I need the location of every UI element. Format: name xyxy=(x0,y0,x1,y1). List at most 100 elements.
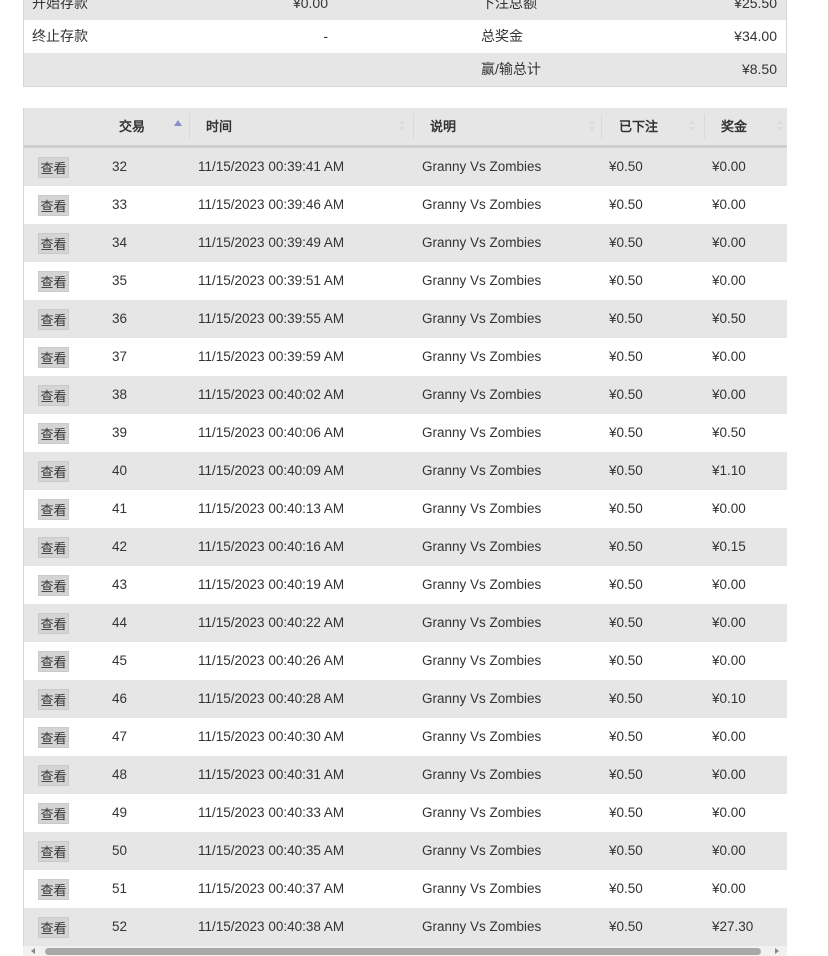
scrollbar-thumb[interactable] xyxy=(45,948,761,955)
table-row: 查看 39 11/15/2023 00:40:06 AM Granny Vs Zomb… xyxy=(24,414,787,452)
transaction-time: 11/15/2023 00:40:38 AM xyxy=(198,919,345,934)
bet-amount: ¥0.50 xyxy=(609,159,643,174)
transaction-description: Granny Vs Zombies xyxy=(422,881,542,896)
transaction-description: Granny Vs Zombies xyxy=(422,159,542,174)
bet-amount: ¥0.50 xyxy=(609,691,643,706)
transaction-description: Granny Vs Zombies xyxy=(422,349,542,364)
transaction-description: Granny Vs Zombies xyxy=(422,235,542,250)
transaction-id: 50 xyxy=(112,843,128,858)
summary-label: 开始存款 xyxy=(32,0,88,11)
transaction-time: 11/15/2023 00:40:35 AM xyxy=(198,843,345,858)
win-amount: ¥0.00 xyxy=(712,767,746,782)
view-button[interactable]: 查看 xyxy=(38,271,69,292)
transaction-id: 42 xyxy=(112,539,128,554)
scroll-left-arrow-icon[interactable] xyxy=(31,948,35,954)
transaction-description: Granny Vs Zombies xyxy=(422,691,542,706)
view-button[interactable]: 查看 xyxy=(38,499,69,520)
summary-row: 赢/输总计 ¥8.50 xyxy=(24,53,786,86)
view-button[interactable]: 查看 xyxy=(38,651,69,672)
transaction-description: Granny Vs Zombies xyxy=(422,387,542,402)
bet-amount: ¥0.50 xyxy=(609,881,643,896)
win-amount: ¥0.00 xyxy=(712,729,746,744)
transaction-id: 40 xyxy=(112,463,128,478)
transaction-id: 49 xyxy=(112,805,128,820)
scroll-right-arrow-icon[interactable] xyxy=(775,948,779,954)
transaction-id: 45 xyxy=(112,653,128,668)
table-row: 查看 35 11/15/2023 00:39:51 AM Granny Vs Zomb… xyxy=(24,262,787,300)
bet-amount: ¥0.50 xyxy=(609,767,643,782)
table-row: 查看 43 11/15/2023 00:40:19 AM Granny Vs Zomb… xyxy=(24,566,787,604)
column-header-label: 交易 xyxy=(119,119,146,134)
view-button[interactable]: 查看 xyxy=(38,347,69,368)
view-button[interactable]: 查看 xyxy=(38,803,69,824)
view-button[interactable]: 查看 xyxy=(38,575,69,596)
view-button[interactable]: 查看 xyxy=(38,461,69,482)
transaction-time: 11/15/2023 00:40:16 AM xyxy=(198,539,345,554)
table-row: 查看 51 11/15/2023 00:40:37 AM Granny Vs Zomb… xyxy=(24,870,787,908)
column-header-time[interactable]: 时间 xyxy=(189,108,413,145)
transaction-id: 32 xyxy=(112,159,128,174)
view-button[interactable]: 查看 xyxy=(38,613,69,634)
view-button[interactable]: 查看 xyxy=(38,727,69,748)
win-amount: ¥0.00 xyxy=(712,843,746,858)
transaction-time: 11/15/2023 00:40:09 AM xyxy=(198,463,345,478)
sort-icon xyxy=(399,120,405,134)
transaction-id: 51 xyxy=(112,881,128,896)
view-button[interactable]: 查看 xyxy=(38,195,69,216)
win-amount: ¥0.10 xyxy=(712,691,746,706)
transaction-time: 11/15/2023 00:39:55 AM xyxy=(198,311,345,326)
table-body: 查看 32 11/15/2023 00:39:41 AM Granny Vs Zomb… xyxy=(24,148,787,946)
view-button[interactable]: 查看 xyxy=(38,917,69,938)
summary-table: 开始存款 ¥0.00 下注总额 ¥25.50 终止存款 - 总奖金 ¥34.00… xyxy=(23,0,787,87)
table-row: 查看 33 11/15/2023 00:39:46 AM Granny Vs Zomb… xyxy=(24,186,787,224)
horizontal-scrollbar[interactable] xyxy=(23,946,787,956)
transaction-description: Granny Vs Zombies xyxy=(422,919,542,934)
win-amount: ¥0.00 xyxy=(712,197,746,212)
transaction-id: 44 xyxy=(112,615,128,630)
summary-value: ¥25.50 xyxy=(734,0,777,11)
view-button[interactable]: 查看 xyxy=(38,841,69,862)
summary-value: - xyxy=(323,28,328,44)
column-header-desc[interactable]: 说明 xyxy=(413,108,601,145)
transaction-description: Granny Vs Zombies xyxy=(422,197,542,212)
column-header-label: 奖金 xyxy=(721,119,748,134)
table-row: 查看 41 11/15/2023 00:40:13 AM Granny Vs Zomb… xyxy=(24,490,787,528)
column-header-id[interactable]: 交易 xyxy=(104,108,189,145)
table-row: 查看 36 11/15/2023 00:39:55 AM Granny Vs Zomb… xyxy=(24,300,787,338)
win-amount: ¥0.00 xyxy=(712,501,746,516)
transaction-id: 46 xyxy=(112,691,128,706)
column-header-bet[interactable]: 已下注 xyxy=(601,108,704,145)
summary-label: 终止存款 xyxy=(32,28,88,44)
transaction-time: 11/15/2023 00:39:59 AM xyxy=(198,349,345,364)
view-button[interactable]: 查看 xyxy=(38,309,69,330)
win-amount: ¥0.00 xyxy=(712,273,746,288)
bet-amount: ¥0.50 xyxy=(609,235,643,250)
transaction-description: Granny Vs Zombies xyxy=(422,577,542,592)
view-button[interactable]: 查看 xyxy=(38,423,69,444)
win-amount: ¥1.10 xyxy=(712,463,746,478)
transactions-table: 交易 时间 说明 已下注 奖金 查看 32 11/15/2023 00:39:41 … xyxy=(23,108,787,956)
win-amount: ¥0.50 xyxy=(712,311,746,326)
view-button[interactable]: 查看 xyxy=(38,765,69,786)
transaction-description: Granny Vs Zombies xyxy=(422,615,542,630)
view-button[interactable]: 查看 xyxy=(38,689,69,710)
bet-amount: ¥0.50 xyxy=(609,539,643,554)
view-button[interactable]: 查看 xyxy=(38,233,69,254)
win-amount: ¥0.00 xyxy=(712,653,746,668)
transaction-description: Granny Vs Zombies xyxy=(422,273,542,288)
transaction-id: 34 xyxy=(112,235,128,250)
view-button[interactable]: 查看 xyxy=(38,157,69,178)
transaction-time: 11/15/2023 00:40:28 AM xyxy=(198,691,345,706)
view-button[interactable]: 查看 xyxy=(38,879,69,900)
table-row: 查看 37 11/15/2023 00:39:59 AM Granny Vs Zomb… xyxy=(24,338,787,376)
transaction-description: Granny Vs Zombies xyxy=(422,501,542,516)
column-header-label: 时间 xyxy=(206,119,233,134)
transaction-id: 43 xyxy=(112,577,128,592)
view-button[interactable]: 查看 xyxy=(38,537,69,558)
bet-amount: ¥0.50 xyxy=(609,577,643,592)
transaction-time: 11/15/2023 00:40:37 AM xyxy=(198,881,345,896)
summary-label: 下注总额 xyxy=(481,0,537,11)
view-button[interactable]: 查看 xyxy=(38,385,69,406)
table-row: 查看 40 11/15/2023 00:40:09 AM Granny Vs Zomb… xyxy=(24,452,787,490)
column-header-win[interactable]: 奖金 xyxy=(704,108,787,145)
